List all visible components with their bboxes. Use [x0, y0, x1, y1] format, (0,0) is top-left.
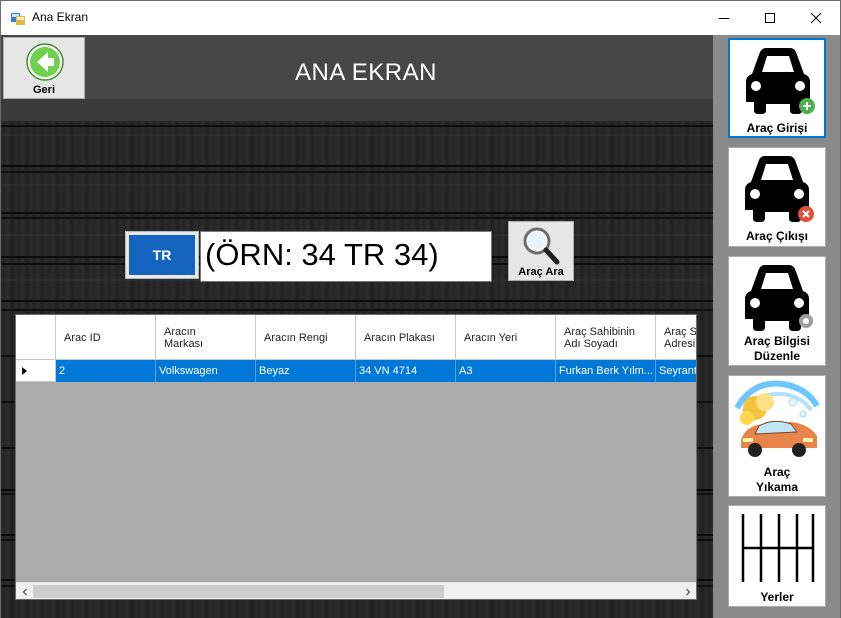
- plate-search-input[interactable]: (ÖRN: 34 TR 34): [200, 231, 492, 282]
- table-cell[interactable]: Seyrant: [656, 360, 696, 382]
- car-entry-label: Araç Girişi: [746, 121, 808, 135]
- car-entry-button[interactable]: Araç Girişi: [728, 38, 826, 138]
- client-area: ANA EKRAN Geri TR (ÖRN: 34 TR 34) Araç A…: [1, 35, 840, 618]
- car-edit-button[interactable]: Araç Bilgisi Düzenle: [728, 256, 826, 366]
- close-icon: [810, 12, 822, 24]
- row-selector[interactable]: [16, 360, 56, 382]
- cars-data-grid[interactable]: Arac ID Aracın Markası Aracın Rengi Arac…: [15, 314, 697, 600]
- scrollbar-thumb[interactable]: [33, 585, 444, 598]
- parking-spots-button[interactable]: Yerler: [728, 505, 826, 607]
- car-edit-label-line2: Düzenle: [753, 349, 800, 363]
- car-edit-label-line1: Araç Bilgisi: [743, 334, 811, 348]
- column-header[interactable]: Aracın Markası: [156, 315, 256, 360]
- main-window: Ana Ekran ANA EKRAN Geri TR (ÖRN: 34 TR …: [0, 0, 841, 618]
- page-title: ANA EKRAN: [295, 59, 437, 86]
- country-code-label: TR: [129, 235, 195, 275]
- minimize-icon: [719, 18, 729, 19]
- table-cell[interactable]: Furkan Berk Yılm...: [556, 360, 656, 382]
- table-cell[interactable]: Beyaz: [256, 360, 356, 382]
- row-pointer-icon: [22, 367, 27, 375]
- car-add-icon: [746, 48, 815, 114]
- table-cell[interactable]: A3: [456, 360, 556, 382]
- parking-spots-label: Yerler: [760, 590, 794, 604]
- close-button[interactable]: [793, 1, 839, 35]
- column-header[interactable]: Araç S Adresi: [656, 315, 696, 360]
- header-shadow-band: [1, 99, 713, 121]
- car-exit-label: Araç Çıkışı: [745, 229, 809, 243]
- car-wash-label-line2: Yıkama: [755, 480, 799, 494]
- minimize-button[interactable]: [701, 1, 747, 35]
- table-cell[interactable]: 34 VN 4714: [356, 360, 456, 382]
- search-car-button[interactable]: Araç Ara: [508, 221, 574, 281]
- car-settings-icon: [745, 265, 813, 331]
- column-header[interactable]: Aracın Yeri: [456, 315, 556, 360]
- column-header[interactable]: Arac ID: [56, 315, 156, 360]
- car-wash-icon: [734, 380, 820, 457]
- table-cell[interactable]: Volkswagen: [156, 360, 256, 382]
- parking-layout-icon: [741, 514, 815, 582]
- chevron-left-icon: [22, 588, 27, 595]
- table-cell[interactable]: 2: [56, 360, 156, 382]
- car-exit-button[interactable]: Araç Çıkışı: [728, 147, 826, 247]
- back-button[interactable]: Geri: [3, 37, 85, 99]
- maximize-icon: [765, 13, 775, 23]
- title-bar: Ana Ekran: [1, 1, 840, 35]
- car-wash-button[interactable]: Araç Yıkama: [728, 375, 826, 497]
- column-header[interactable]: Araç Sahibinin Adı Soyadı: [556, 315, 656, 360]
- horizontal-scrollbar[interactable]: [16, 582, 696, 599]
- magnifier-icon: [523, 227, 560, 265]
- car-remove-icon: [745, 156, 814, 222]
- arrow-left-icon: [26, 43, 64, 81]
- row-header-corner: [16, 315, 56, 360]
- back-button-label: Geri: [32, 84, 55, 96]
- window-title: Ana Ekran: [32, 10, 89, 24]
- navigation-panel: Araç Girişi Araç Çıkışı Araç Bilgisi Düz…: [713, 35, 840, 618]
- grid-header: Arac ID Aracın Markası Aracın Rengi Arac…: [16, 315, 696, 360]
- table-row[interactable]: 2 Volkswagen Beyaz 34 VN 4714 A3 Furkan …: [16, 360, 696, 382]
- chevron-right-icon: [685, 588, 690, 595]
- app-icon: [11, 13, 25, 25]
- scroll-left-button[interactable]: [16, 583, 33, 599]
- column-header[interactable]: Aracın Plakası: [356, 315, 456, 360]
- car-wash-label-line1: Araç: [763, 465, 791, 479]
- column-header[interactable]: Aracın Rengi: [256, 315, 356, 360]
- country-code-badge: TR: [125, 231, 199, 279]
- maximize-button[interactable]: [747, 1, 793, 35]
- scroll-right-button[interactable]: [679, 583, 696, 599]
- search-button-label: Araç Ara: [518, 266, 564, 278]
